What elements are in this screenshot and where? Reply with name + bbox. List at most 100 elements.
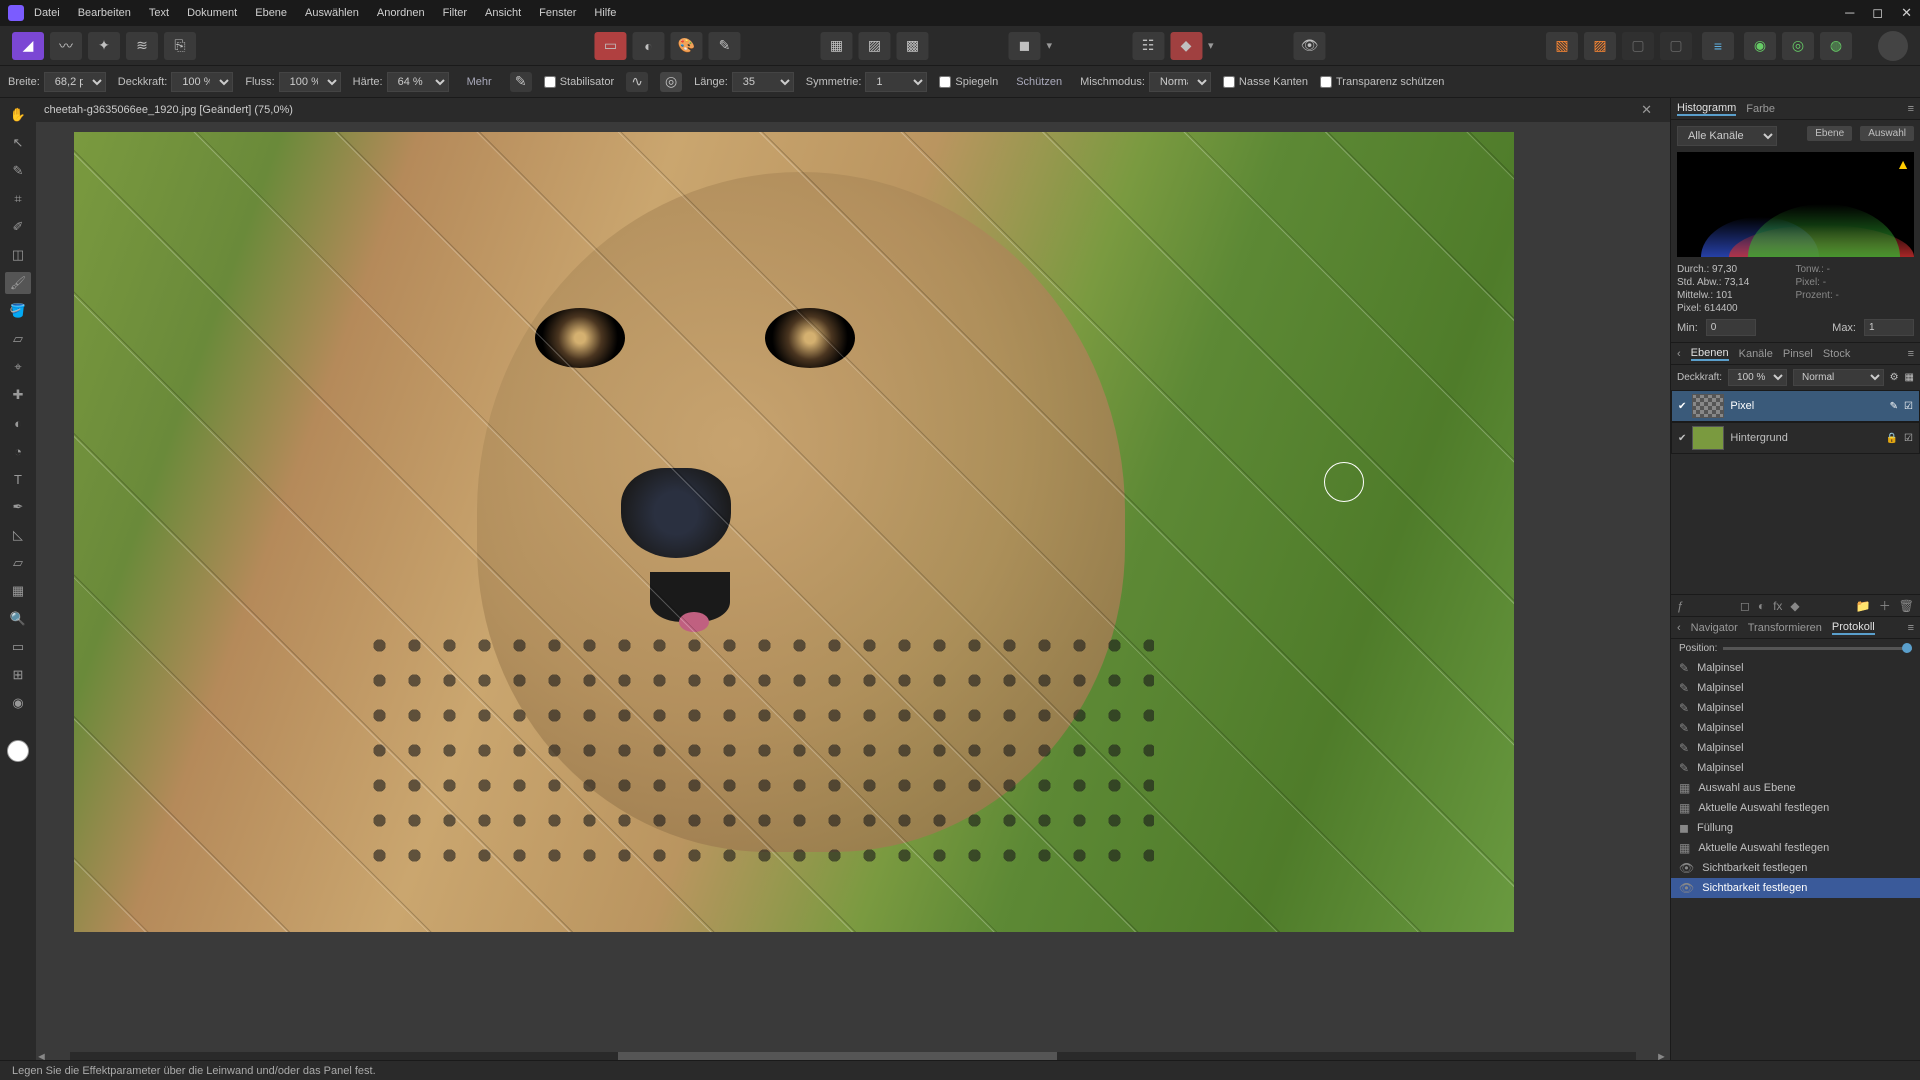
- history-item[interactable]: ▦Auswahl aus Ebene: [1671, 778, 1920, 798]
- layer-row[interactable]: ✔ Pixel ✎ ☑: [1671, 390, 1920, 422]
- add-layer-icon[interactable]: ▧: [1546, 32, 1578, 60]
- grid-tool-icon[interactable]: ⊞: [5, 664, 31, 686]
- history-menu-icon[interactable]: ≡: [1908, 622, 1914, 634]
- layer-effects-icon[interactable]: ƒ: [1677, 599, 1684, 613]
- colorpicker-tool-icon[interactable]: ✎: [5, 160, 31, 182]
- arrange-icon[interactable]: ☷: [1132, 32, 1164, 60]
- close-icon[interactable]: ✕: [1901, 5, 1912, 21]
- add-mask-icon[interactable]: ▨: [1584, 32, 1616, 60]
- layer-new-icon[interactable]: ＋: [1879, 597, 1891, 614]
- schuetzen-link[interactable]: Schützen: [1010, 74, 1068, 90]
- layer-delete-icon[interactable]: 🗑: [1899, 599, 1914, 613]
- layer-visibility-icon[interactable]: ✔: [1678, 401, 1686, 412]
- history-item[interactable]: ▦Aktuelle Auswahl festlegen: [1671, 798, 1920, 818]
- layer-adjust-icon[interactable]: ◐: [1758, 599, 1765, 613]
- node-tool-icon[interactable]: ◺: [5, 524, 31, 546]
- menu-auswaehlen[interactable]: Auswählen: [305, 7, 359, 19]
- marquee-tool-icon[interactable]: ◫: [5, 244, 31, 266]
- align-icon[interactable]: ≡: [1702, 32, 1734, 60]
- mesh-tool-icon[interactable]: ▦: [5, 580, 31, 602]
- erase-tool-icon[interactable]: ▱: [5, 328, 31, 350]
- tab-placeholder-icon[interactable]: ‹: [1677, 348, 1681, 360]
- layer-check-icon[interactable]: ☑: [1904, 433, 1913, 444]
- breite-input[interactable]: 68,2 px: [44, 72, 106, 92]
- deselect-icon[interactable]: ▨: [858, 32, 890, 60]
- scroll-track[interactable]: [70, 1052, 1636, 1060]
- account-avatar-icon[interactable]: [1878, 31, 1908, 61]
- tab-stock[interactable]: Stock: [1823, 348, 1851, 360]
- shape-tool-icon[interactable]: ▱: [5, 552, 31, 574]
- document-close-icon[interactable]: ✕: [1641, 102, 1652, 118]
- select-all-icon[interactable]: ▦: [820, 32, 852, 60]
- persona-develop-icon[interactable]: ✦: [88, 32, 120, 60]
- history-item[interactable]: ✎Malpinsel: [1671, 758, 1920, 778]
- menu-bearbeiten[interactable]: Bearbeiten: [78, 7, 131, 19]
- menu-fenster[interactable]: Fenster: [539, 7, 576, 19]
- symmetrie-input[interactable]: 1: [865, 72, 927, 92]
- brush-tool-icon[interactable]: 🖌: [5, 272, 31, 294]
- minimize-icon[interactable]: ─: [1845, 5, 1854, 21]
- blur-tool-icon[interactable]: ◔: [5, 440, 31, 462]
- toggle-ui-icon[interactable]: ◆: [1170, 32, 1202, 60]
- persona-photo-icon[interactable]: ◢: [12, 32, 44, 60]
- tab-ebenen[interactable]: Ebenen: [1691, 347, 1729, 361]
- history-item[interactable]: ✎Malpinsel: [1671, 738, 1920, 758]
- history-item[interactable]: ▦Aktuelle Auswahl festlegen: [1671, 838, 1920, 858]
- persona-export-icon[interactable]: ⎘: [164, 32, 196, 60]
- text-tool-icon[interactable]: T: [5, 468, 31, 490]
- auto-whitebalance-icon[interactable]: ✎: [708, 32, 740, 60]
- min-input[interactable]: [1706, 319, 1756, 336]
- document-tab[interactable]: cheetah-g3635066ee_1920.jpg [Geändert] (…: [44, 104, 293, 116]
- nasse-kanten-checkbox[interactable]: [1223, 76, 1235, 88]
- menu-text[interactable]: Text: [149, 7, 169, 19]
- quick-mask-icon[interactable]: ◼: [1008, 32, 1040, 60]
- max-input[interactable]: [1864, 319, 1914, 336]
- menu-anordnen[interactable]: Anordnen: [377, 7, 425, 19]
- menu-ebene[interactable]: Ebene: [255, 7, 287, 19]
- selection-brush-tool-icon[interactable]: ✐: [5, 216, 31, 238]
- history-item[interactable]: ◼Füllung: [1671, 818, 1920, 838]
- panel-menu-icon[interactable]: ≡: [1908, 103, 1914, 115]
- layer-live-icon[interactable]: ◆: [1790, 599, 1799, 613]
- laenge-input[interactable]: 35: [732, 72, 794, 92]
- tab-protokoll[interactable]: Protokoll: [1832, 621, 1875, 635]
- move-tool-icon[interactable]: ↖: [5, 132, 31, 154]
- stabilisator-checkbox[interactable]: [544, 76, 556, 88]
- mischmodus-select[interactable]: Normal: [1149, 72, 1211, 92]
- fluss-input[interactable]: 100 %: [279, 72, 341, 92]
- history-item[interactable]: ✎Malpinsel: [1671, 678, 1920, 698]
- maximize-icon[interactable]: ◻: [1872, 5, 1883, 21]
- tab-placeholder-icon[interactable]: ‹: [1677, 622, 1681, 634]
- history-item[interactable]: ✎Malpinsel: [1671, 658, 1920, 678]
- quick-mask-dropdown-icon[interactable]: ▾: [1046, 39, 1052, 52]
- menu-filter[interactable]: Filter: [443, 7, 467, 19]
- layer-visibility-icon[interactable]: ✔: [1678, 433, 1686, 444]
- canvas[interactable]: [74, 132, 1514, 932]
- tab-transformieren[interactable]: Transformieren: [1748, 622, 1822, 634]
- layer-fx2-icon[interactable]: fx: [1773, 599, 1782, 613]
- layer-extra-icon[interactable]: ▦: [1905, 372, 1914, 383]
- layers-menu-icon[interactable]: ≡: [1908, 348, 1914, 360]
- rope-mode-icon[interactable]: ∿: [626, 72, 648, 92]
- persona-tone-icon[interactable]: ≋: [126, 32, 158, 60]
- invert-selection-icon[interactable]: ▩: [896, 32, 928, 60]
- transparenz-checkbox[interactable]: [1320, 76, 1332, 88]
- history-item[interactable]: 👁Sichtbarkeit festlegen: [1671, 878, 1920, 898]
- persona-liquify-icon[interactable]: 〰: [50, 32, 82, 60]
- rectangle-tool-icon[interactable]: ▭: [5, 636, 31, 658]
- layer-group-icon[interactable]: 📁: [1856, 599, 1871, 613]
- canvas-viewport[interactable]: ◄ ►: [36, 122, 1670, 1060]
- tab-histogramm[interactable]: Histogramm: [1677, 102, 1736, 116]
- stock-3-icon[interactable]: ◍: [1820, 32, 1852, 60]
- deckkraft-input[interactable]: 100 %: [171, 72, 233, 92]
- tab-kanaele[interactable]: Kanäle: [1739, 348, 1773, 360]
- menu-ansicht[interactable]: Ansicht: [485, 7, 521, 19]
- healing-tool-icon[interactable]: ✚: [5, 384, 31, 406]
- layer-lock-icon[interactable]: 🔒: [1886, 433, 1898, 444]
- history-item[interactable]: ✎Malpinsel: [1671, 718, 1920, 738]
- eyedropper-tool-icon[interactable]: ◉: [5, 692, 31, 714]
- histo-scope-layer[interactable]: Ebene: [1807, 126, 1852, 141]
- layer-name[interactable]: Hintergrund: [1730, 432, 1879, 444]
- menu-datei[interactable]: Datei: [34, 7, 60, 19]
- tab-navigator[interactable]: Navigator: [1691, 622, 1738, 634]
